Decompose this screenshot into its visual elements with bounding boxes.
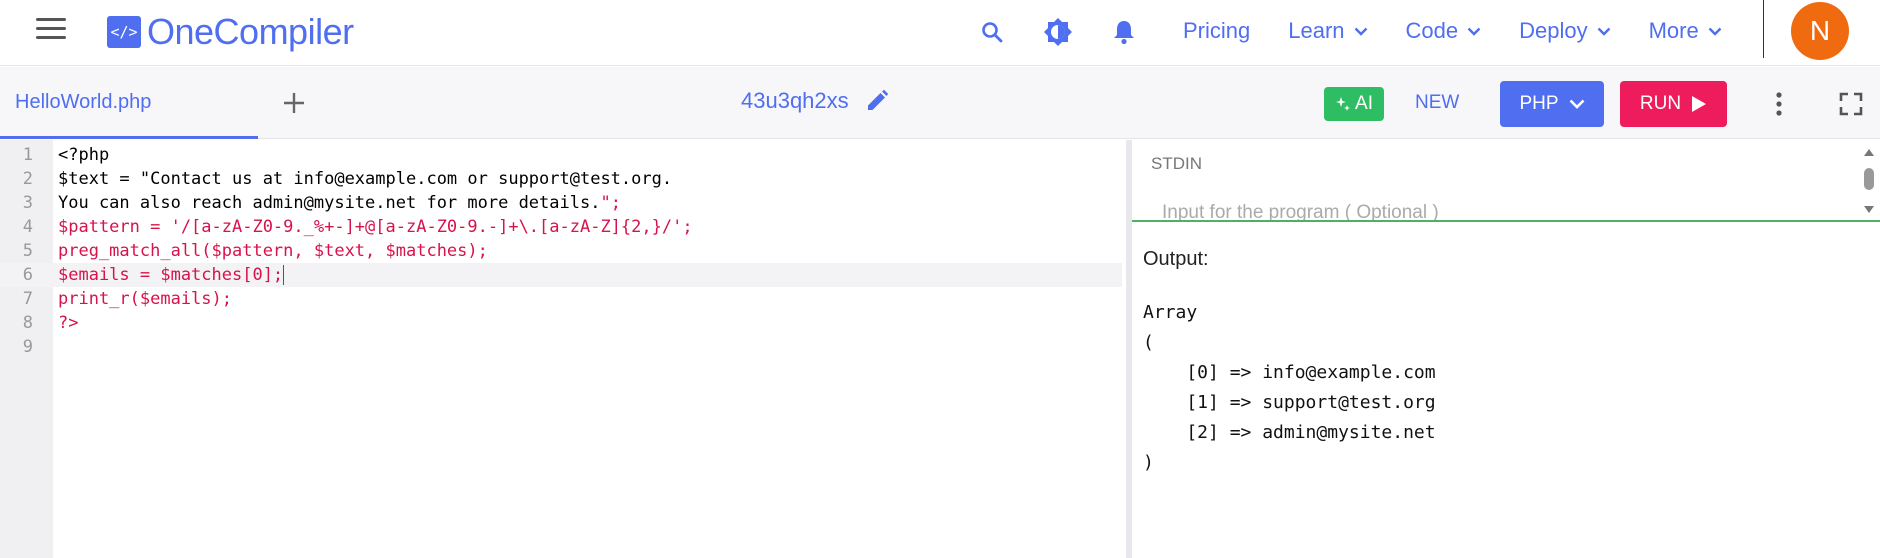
code-id-label: 43u3qh2xs xyxy=(741,88,849,113)
nav-pricing[interactable]: Pricing xyxy=(1183,18,1250,44)
code-id: 43u3qh2xs xyxy=(741,88,889,114)
nav-more[interactable]: More xyxy=(1649,18,1722,44)
play-icon xyxy=(1691,95,1707,113)
line-number: 4 xyxy=(22,217,33,237)
stdin-label: STDIN xyxy=(1151,154,1202,173)
code-text: preg_match_all($pattern, $text, $matches… xyxy=(58,239,488,263)
run-button[interactable]: RUN xyxy=(1620,81,1727,127)
ai-button[interactable]: AI xyxy=(1324,87,1384,121)
code-text: $text = "Contact us at info@example.com … xyxy=(58,167,672,191)
logo-mark: </> xyxy=(107,16,141,48)
line-number: 2 xyxy=(22,169,33,189)
file-tab[interactable]: HelloWorld.php xyxy=(0,67,258,139)
code-text: ?> xyxy=(58,311,78,335)
nav-deploy[interactable]: Deploy xyxy=(1519,18,1610,44)
code-text: You can also reach admin@mysite.net for … xyxy=(58,191,621,215)
new-button[interactable]: NEW xyxy=(1415,92,1459,114)
nav-links: Pricing Learn Code Deploy More xyxy=(1183,14,1760,48)
program-output: Array ( [0] => info@example.com [1] => s… xyxy=(1143,302,1436,473)
top-navbar: </> OneCompiler Pricing Learn Code Deplo… xyxy=(0,0,1880,66)
code-line[interactable]: 2 $text = "Contact us at info@example.com… xyxy=(0,167,1122,191)
chevron-down-icon xyxy=(1708,27,1722,36)
stdin-panel: STDIN xyxy=(1132,140,1880,222)
stdin-scrollbar[interactable] xyxy=(1862,146,1876,216)
logo[interactable]: </> OneCompiler xyxy=(107,10,354,54)
chevron-down-icon xyxy=(1354,27,1368,36)
nav-code[interactable]: Code xyxy=(1406,18,1482,44)
edit-pencil-icon[interactable] xyxy=(865,89,889,113)
code-text: <?php xyxy=(58,143,109,167)
chevron-down-icon xyxy=(1569,99,1585,109)
notification-bell-icon[interactable] xyxy=(1107,15,1141,49)
line-number: 7 xyxy=(22,289,33,309)
logo-text: OneCompiler xyxy=(147,11,354,52)
chevron-down-icon xyxy=(1597,27,1611,36)
code-line[interactable]: 6 $emails = $matches[0]; xyxy=(0,263,1122,287)
code-token: preg_match_all($pattern, $text, $matches… xyxy=(58,241,488,261)
code-line[interactable]: 7 print_r($emails); xyxy=(0,287,1122,311)
code-token: ?> xyxy=(58,313,79,333)
more-options-icon[interactable] xyxy=(1764,89,1794,119)
code-text: $pattern = '/[a-zA-Z0-9._%+-]+@[a-zA-Z0-… xyxy=(58,215,693,239)
code-token: print_r($emails); xyxy=(58,289,232,309)
code-line[interactable]: 3 You can also reach admin@mysite.net for… xyxy=(0,191,1122,215)
code-token: <?php xyxy=(58,145,110,165)
code-editor[interactable]: 1 <?php 2 $text = "Contact us at info@examp… xyxy=(0,140,1126,558)
nav-divider xyxy=(1763,0,1764,58)
language-select-button[interactable]: PHP xyxy=(1500,81,1604,127)
output-label: Output: xyxy=(1143,248,1209,270)
line-number: 6 xyxy=(22,265,33,285)
sparkle-icon xyxy=(1335,96,1351,112)
code-line[interactable]: 8 ?> xyxy=(0,311,1122,335)
stdin-input[interactable] xyxy=(1162,202,1812,220)
code-line[interactable]: 5 preg_match_all($pattern, $text, $matche… xyxy=(0,239,1122,263)
line-number: 8 xyxy=(22,313,33,333)
line-number: 5 xyxy=(22,241,33,261)
line-number: 3 xyxy=(22,193,33,213)
code-token: $emails = $matches[0]; xyxy=(58,265,284,285)
text-caret xyxy=(283,265,285,285)
nav-learn[interactable]: Learn xyxy=(1288,18,1367,44)
chevron-down-icon xyxy=(1467,27,1481,36)
file-tab-label: HelloWorld.php xyxy=(15,91,152,113)
editor-toolbar: HelloWorld.php 43u3qh2xs AI NEW PHP RUN xyxy=(0,67,1880,139)
code-token: $text = "Contact us at info@example.com … xyxy=(58,169,673,189)
search-icon[interactable] xyxy=(975,15,1009,49)
code-text: print_r($emails); xyxy=(58,287,232,311)
code-line[interactable]: 1 <?php xyxy=(0,143,1122,167)
code-token: "; xyxy=(600,193,621,213)
theme-toggle-icon[interactable] xyxy=(1041,15,1075,49)
line-number: 9 xyxy=(22,337,33,357)
hamburger-menu-icon[interactable] xyxy=(36,18,66,42)
line-number: 1 xyxy=(22,145,33,165)
code-token: $pattern = '/[a-zA-Z0-9._%+-]+@[a-zA-Z0-… xyxy=(58,217,693,237)
add-file-icon[interactable] xyxy=(278,87,310,119)
code-text: $emails = $matches[0]; xyxy=(58,263,285,287)
code-token: You can also reach admin@mysite.net for … xyxy=(58,193,601,213)
avatar[interactable]: N xyxy=(1791,2,1849,60)
fullscreen-icon[interactable] xyxy=(1836,89,1866,119)
code-line[interactable]: 4 $pattern = '/[a-zA-Z0-9._%+-]+@[a-zA-Z0… xyxy=(0,215,1122,239)
code-line[interactable]: 9 xyxy=(0,335,1122,359)
